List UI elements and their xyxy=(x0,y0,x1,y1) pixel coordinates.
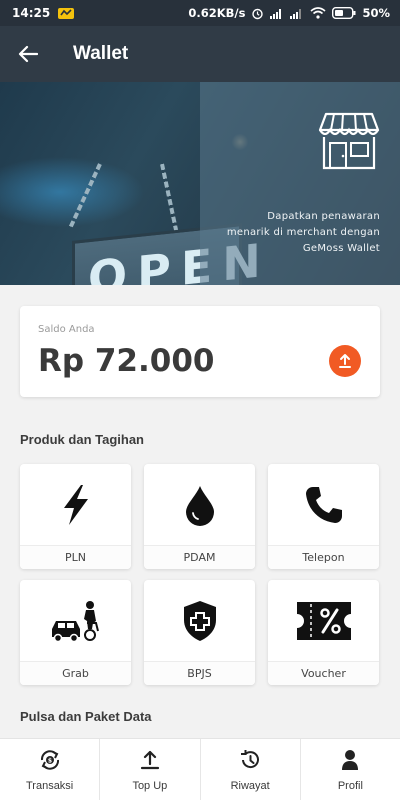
product-tile-grab[interactable]: Grab xyxy=(20,580,131,685)
pulsa-section-title: Pulsa dan Paket Data xyxy=(20,709,152,724)
products-section-title: Produk dan Tagihan xyxy=(20,432,144,447)
wifi-icon xyxy=(310,7,326,19)
product-label: Telepon xyxy=(268,545,379,569)
product-label: PLN xyxy=(20,545,131,569)
alarm-icon xyxy=(251,7,264,20)
signal-icon xyxy=(270,8,284,19)
status-bar: 14:25 0.62KB/s 50% xyxy=(0,0,400,26)
signal-2-icon xyxy=(290,8,304,19)
upload-icon xyxy=(140,750,159,769)
promo-text: Dapatkan penawaran menarik di merchant d… xyxy=(200,209,380,257)
product-label: Grab xyxy=(20,661,131,685)
nav-label: Transaksi xyxy=(25,779,74,792)
person-icon xyxy=(342,749,359,770)
nav-label: Profil xyxy=(337,779,363,792)
nav-transaksi[interactable]: $ Transaksi xyxy=(0,739,101,800)
app-notification-icon xyxy=(58,7,75,19)
upload-icon xyxy=(339,354,351,368)
store-icon xyxy=(318,110,380,176)
phone-icon xyxy=(305,487,342,523)
lightning-icon xyxy=(63,485,88,525)
app-bar: Wallet xyxy=(0,26,400,82)
product-label: BPJS xyxy=(144,661,255,685)
nav-profil[interactable]: Profil xyxy=(301,739,400,800)
back-button[interactable] xyxy=(0,26,56,82)
nav-riwayat[interactable]: Riwayat xyxy=(201,739,301,800)
promo-line: Dapatkan penawaran xyxy=(267,211,380,222)
water-drop-icon xyxy=(185,486,214,526)
product-tile-telepon[interactable]: Telepon xyxy=(268,464,379,569)
shield-cross-icon xyxy=(183,601,216,641)
nav-topup[interactable]: Top Up xyxy=(100,739,201,800)
product-label: PDAM xyxy=(144,545,255,569)
battery-level: 50% xyxy=(362,6,390,20)
bottom-navigation: $ Transaksi Top Up Riwayat Profil xyxy=(0,738,400,800)
topup-button[interactable] xyxy=(329,345,361,377)
product-label: Voucher xyxy=(268,661,379,685)
product-tile-bpjs[interactable]: BPJS xyxy=(144,580,255,685)
product-tile-pdam[interactable]: PDAM xyxy=(144,464,255,569)
promo-line: GeMoss Wallet xyxy=(302,243,380,254)
voucher-percent-icon xyxy=(296,602,351,640)
balance-card: Saldo Anda Rp 72.000 xyxy=(20,306,380,397)
nav-label: Top Up xyxy=(132,779,168,792)
nav-label: Riwayat xyxy=(230,779,270,792)
promo-banner[interactable]: OPEN Dapatkan penawaran menarik di merch… xyxy=(0,82,400,285)
arrow-left-icon xyxy=(18,45,38,63)
product-tile-voucher[interactable]: Voucher xyxy=(268,580,379,685)
page-title: Wallet xyxy=(73,43,129,64)
coin-exchange-icon: $ xyxy=(40,749,59,770)
svg-text:$: $ xyxy=(48,757,52,764)
balance-label: Saldo Anda xyxy=(38,324,95,335)
status-time: 14:25 xyxy=(12,6,51,20)
network-speed: 0.62KB/s xyxy=(188,6,246,20)
car-rider-icon xyxy=(51,601,99,643)
battery-icon xyxy=(332,7,356,19)
product-tile-pln[interactable]: PLN xyxy=(20,464,131,569)
balance-amount: Rp 72.000 xyxy=(38,343,215,379)
history-icon xyxy=(241,749,260,768)
promo-line: menarik di merchant dengan xyxy=(226,227,380,238)
